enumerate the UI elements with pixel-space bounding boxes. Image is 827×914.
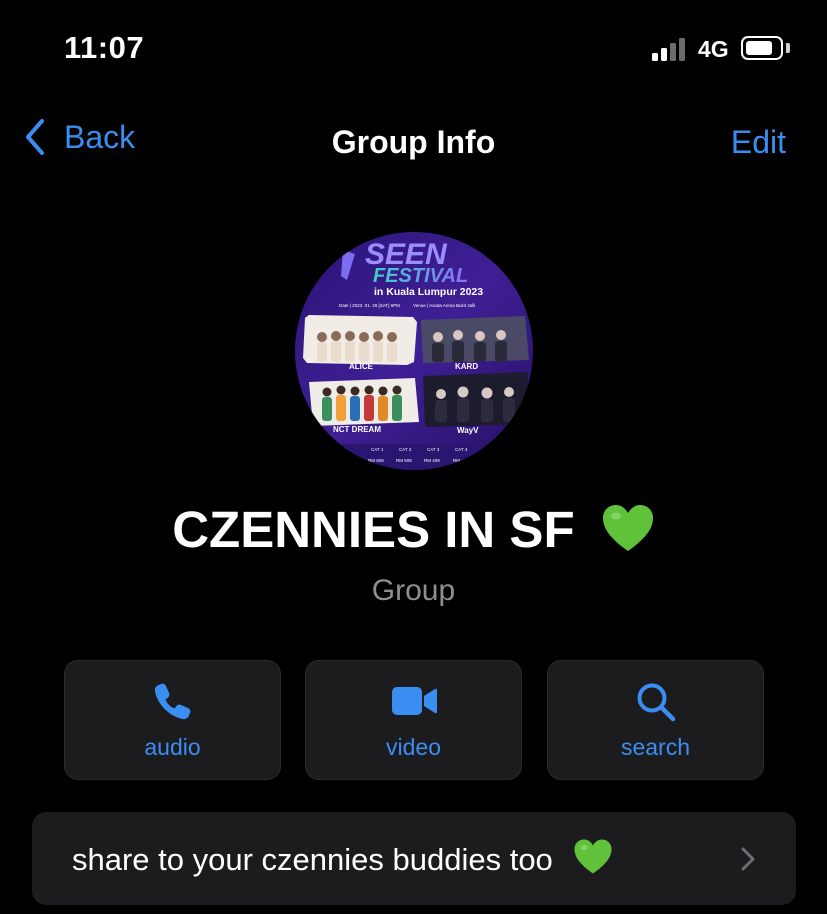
video-call-button[interactable]: video — [305, 660, 522, 780]
poster-price-vip: RM — [339, 458, 346, 463]
poster-price-cat-vip: VIP — [339, 447, 346, 452]
poster-date: Date | 2023. 01. 28 [SAT] 6PM — [339, 303, 400, 308]
poster-subtitle: in Kuala Lumpur 2023 — [374, 286, 483, 298]
chevron-right-icon — [741, 847, 755, 871]
poster-venue: Venue | Axiata Arena Bukit Jalil — [413, 303, 475, 308]
poster-price-cat-2: CAT 2 — [399, 447, 412, 452]
poster-act-wayv: WayV — [457, 426, 479, 435]
audio-call-button[interactable]: audio — [64, 660, 281, 780]
poster-act-nct-dream: NCT DREAM — [333, 425, 381, 434]
poster-title-festival: FESTIVAL — [373, 265, 468, 287]
green-heart-icon — [602, 505, 653, 551]
status-bar: 11:07 4G — [0, 0, 827, 100]
status-time: 11:07 — [64, 30, 145, 65]
group-avatar[interactable]: SEEN FESTIVAL in Kuala Lumpur 2023 Date … — [295, 232, 533, 470]
poster-price-4: RM — [453, 458, 460, 463]
group-description-row[interactable]: share to your czennies buddies too — [32, 812, 796, 905]
group-description: share to your czennies buddies too — [72, 838, 613, 878]
poster-act-alice: ALICE — [349, 362, 374, 371]
group-name: CZENNIES IN SF — [0, 500, 827, 559]
edit-button[interactable]: Edit — [731, 124, 786, 161]
green-heart-icon — [574, 839, 612, 874]
poster-act-kard: KARD — [455, 362, 478, 371]
poster-price-cat-3: CAT 3 — [427, 447, 440, 452]
poster-price-2: RM 508 — [396, 458, 412, 463]
audio-call-label: audio — [144, 734, 201, 760]
battery-icon — [741, 36, 783, 60]
network-type: 4G — [698, 36, 729, 62]
video-call-label: video — [386, 734, 441, 760]
video-camera-icon — [391, 687, 437, 715]
poster-price-cat-1: CAT 1 — [371, 447, 384, 452]
poster-price-3: RM 408 — [424, 458, 440, 463]
search-icon — [637, 683, 675, 722]
poster-price-cat-4: CAT 4 — [455, 447, 468, 452]
group-avatar-image: SEEN FESTIVAL in Kuala Lumpur 2023 Date … — [295, 232, 533, 470]
group-description-text: share to your czennies buddies too — [72, 842, 553, 877]
phone-icon — [154, 683, 190, 720]
group-subtitle: Group — [371, 574, 456, 607]
battery-cap — [786, 43, 790, 53]
group-name-text: CZENNIES IN SF — [172, 501, 575, 558]
page-title: Group Info — [331, 124, 496, 160]
poster-price-1: RM 608 — [368, 458, 384, 463]
search-button[interactable]: search — [547, 660, 764, 780]
search-label: search — [620, 734, 691, 760]
nav-bar: Back Group Info Edit — [0, 110, 827, 170]
cellular-signal-icon — [652, 37, 692, 61]
